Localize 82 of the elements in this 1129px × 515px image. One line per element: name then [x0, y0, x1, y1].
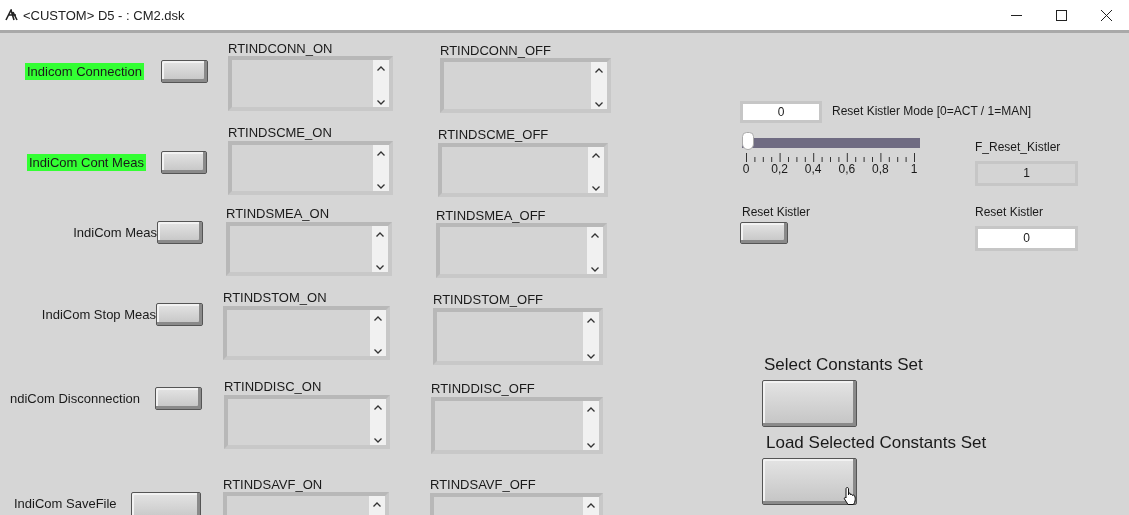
control-label: IndiCom Cont Meas: [27, 154, 146, 171]
toggle-button[interactable]: [155, 387, 202, 410]
scrollbar[interactable]: [591, 62, 607, 109]
hand-cursor-icon: [843, 486, 859, 506]
indicator-label: F_Reset_Kistler: [975, 140, 1061, 154]
control-label: Reset Kistler Mode [0=ACT / 1=MAN]: [832, 104, 1032, 118]
indicator-label: RTINDSMEA_ON: [226, 206, 330, 221]
scroll-down-icon[interactable]: [376, 265, 384, 270]
numeric-field[interactable]: 0: [740, 101, 822, 123]
indicator-label: RTINDSAVF_ON: [223, 477, 323, 492]
scroll-down-icon[interactable]: [587, 443, 595, 448]
slider-track[interactable]: [742, 132, 920, 150]
scale-label: 0,6: [838, 162, 856, 176]
scroll-up-icon[interactable]: [376, 232, 384, 237]
scroll-up-icon[interactable]: [587, 318, 595, 323]
control-label: IndiCom SaveFile: [13, 495, 118, 512]
scrollbar[interactable]: [588, 147, 604, 193]
scroll-up-icon[interactable]: [595, 68, 603, 73]
push-button[interactable]: [762, 458, 857, 505]
scale-label: 0,2: [771, 162, 788, 176]
app-logo-icon: [5, 9, 18, 21]
control-label: Load Selected Constants Set: [766, 433, 987, 453]
scrollbar[interactable]: [370, 399, 386, 445]
scroll-down-icon[interactable]: [374, 349, 382, 354]
scroll-down-icon[interactable]: [377, 184, 385, 189]
scrollbar[interactable]: [373, 145, 389, 191]
control-label: IndiCom Stop Meas: [40, 306, 157, 323]
control-label: IndiCom Meas: [72, 224, 158, 241]
control-label: ndiCom Disconnection: [9, 390, 142, 407]
scrollbar[interactable]: [370, 310, 386, 356]
scroll-up-icon[interactable]: [377, 151, 385, 156]
toggle-button[interactable]: [740, 222, 788, 244]
indicator-label: RTINDCONN_OFF: [440, 43, 551, 58]
push-button[interactable]: [762, 380, 857, 427]
toggle-button[interactable]: [131, 492, 201, 515]
scroll-down-icon[interactable]: [591, 267, 599, 272]
toggle-button[interactable]: [157, 221, 203, 244]
scrollbar[interactable]: [587, 227, 603, 274]
scroll-up-icon[interactable]: [587, 503, 595, 508]
scroll-up-icon[interactable]: [374, 316, 382, 321]
scroll-down-icon[interactable]: [587, 354, 595, 359]
indicator-label: RTINDDISC_OFF: [431, 381, 535, 396]
numeric-indicator: 1: [975, 161, 1078, 186]
indicator-label: RTINDCONN_ON: [228, 41, 333, 56]
toggle-button[interactable]: [161, 151, 207, 174]
indicator-label: RTINDSTOM_ON: [223, 290, 327, 305]
indicator-label: RTINDSMEA_OFF: [436, 208, 546, 223]
maximize-icon: [1056, 9, 1067, 21]
scroll-up-icon[interactable]: [591, 233, 599, 238]
scale-label: 0,4: [804, 162, 822, 176]
indicator-label: RTINDSCME_OFF: [438, 127, 549, 142]
control-label: Reset Kistler: [742, 205, 811, 219]
scale-label: 0,8: [872, 162, 889, 176]
scrollbar[interactable]: [583, 401, 599, 450]
scroll-down-icon[interactable]: [377, 100, 385, 105]
scroll-up-icon[interactable]: [587, 407, 595, 412]
indicator-label: Reset Kistler: [975, 205, 1044, 219]
scrollbar[interactable]: [583, 312, 599, 361]
toggle-button[interactable]: [156, 303, 203, 326]
control-label: Select Constants Set: [764, 355, 923, 375]
close-icon: [1101, 9, 1112, 21]
scroll-up-icon[interactable]: [374, 405, 382, 410]
scroll-down-icon[interactable]: [595, 102, 603, 107]
scrollbar[interactable]: [373, 60, 389, 107]
scroll-up-icon[interactable]: [373, 502, 381, 507]
scroll-down-icon[interactable]: [592, 186, 600, 191]
scroll-up-icon[interactable]: [377, 66, 385, 71]
control-label: Indicom Connection: [25, 63, 144, 80]
indicator-label: RTINDSAVF_OFF: [430, 477, 536, 492]
scroll-up-icon[interactable]: [592, 153, 600, 158]
slider-thumb[interactable]: [742, 132, 754, 150]
scale-label: 1: [910, 162, 918, 176]
scale-label: 0: [742, 162, 750, 176]
scroll-down-icon[interactable]: [374, 438, 382, 443]
indicator-label: RTINDDISC_ON: [224, 379, 322, 394]
window-title: <CUSTOM> D5 - : CM2.dsk: [23, 7, 185, 23]
toggle-button[interactable]: [161, 60, 208, 83]
scrollbar[interactable]: [372, 226, 388, 272]
minimize-icon: [1011, 14, 1022, 16]
numeric-indicator: 0: [975, 226, 1078, 251]
indicator-label: RTINDSCME_ON: [228, 125, 332, 140]
indicator-label: RTINDSTOM_OFF: [433, 292, 544, 307]
